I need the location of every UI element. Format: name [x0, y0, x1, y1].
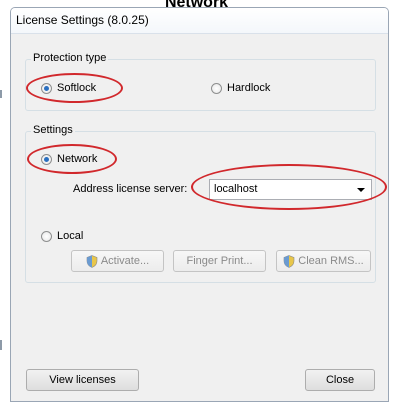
address-server-label: Address license server: — [73, 183, 188, 195]
view-licenses-label: View licenses — [49, 374, 116, 386]
clean-rms-label: Clean RMS... — [298, 255, 364, 267]
title-bar: License Settings (8.0.25) — [11, 8, 388, 34]
shield-icon — [86, 254, 98, 268]
annotation-oval-softlock — [26, 73, 123, 103]
annotation-oval-address — [191, 164, 387, 210]
dialog-title: License Settings (8.0.25) — [16, 13, 149, 27]
hardlock-radio[interactable] — [211, 83, 222, 94]
hardlock-label[interactable]: Hardlock — [227, 82, 270, 94]
finger-print-button[interactable]: Finger Print... — [173, 250, 266, 272]
local-radio[interactable] — [41, 231, 52, 242]
protection-type-legend: Protection type — [31, 52, 109, 64]
local-label[interactable]: Local — [57, 230, 83, 242]
close-label: Close — [325, 374, 355, 386]
clean-rms-button[interactable]: Clean RMS... — [276, 250, 371, 272]
license-settings-dialog: License Settings (8.0.25) Protection typ… — [10, 7, 389, 402]
activate-label: Activate... — [100, 255, 150, 267]
finger-print-label: Finger Print... — [186, 255, 253, 267]
annotation-oval-network — [27, 144, 117, 174]
shield-icon — [283, 254, 295, 268]
background-edge — [0, 340, 2, 350]
activate-button[interactable]: Activate... — [71, 250, 164, 272]
close-button[interactable]: Close — [305, 369, 375, 391]
background-edge — [0, 90, 2, 98]
view-licenses-button[interactable]: View licenses — [26, 369, 139, 391]
settings-legend: Settings — [31, 124, 75, 136]
